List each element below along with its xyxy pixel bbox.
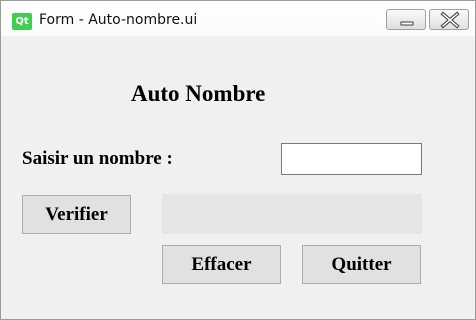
page-title: Auto Nombre: [131, 81, 266, 106]
minimize-button[interactable]: [386, 9, 426, 30]
quit-button[interactable]: Quitter: [302, 245, 421, 284]
title-bar[interactable]: Qt Form - Auto-nombre.ui: [1, 1, 475, 36]
clear-button[interactable]: Effacer: [162, 245, 281, 284]
close-icon: [440, 11, 460, 29]
close-button[interactable]: [429, 9, 469, 30]
app-window: Qt Form - Auto-nombre.ui Auto Nombre Sai…: [0, 0, 476, 320]
number-input[interactable]: [281, 143, 422, 175]
minimize-icon: [400, 21, 414, 26]
verify-button[interactable]: Verifier: [22, 195, 131, 234]
window-title: Form - Auto-nombre.ui: [39, 12, 198, 28]
number-field-label: Saisir un nombre :: [22, 148, 173, 169]
qt-logo-icon: Qt: [12, 13, 32, 30]
result-label: [162, 194, 422, 234]
